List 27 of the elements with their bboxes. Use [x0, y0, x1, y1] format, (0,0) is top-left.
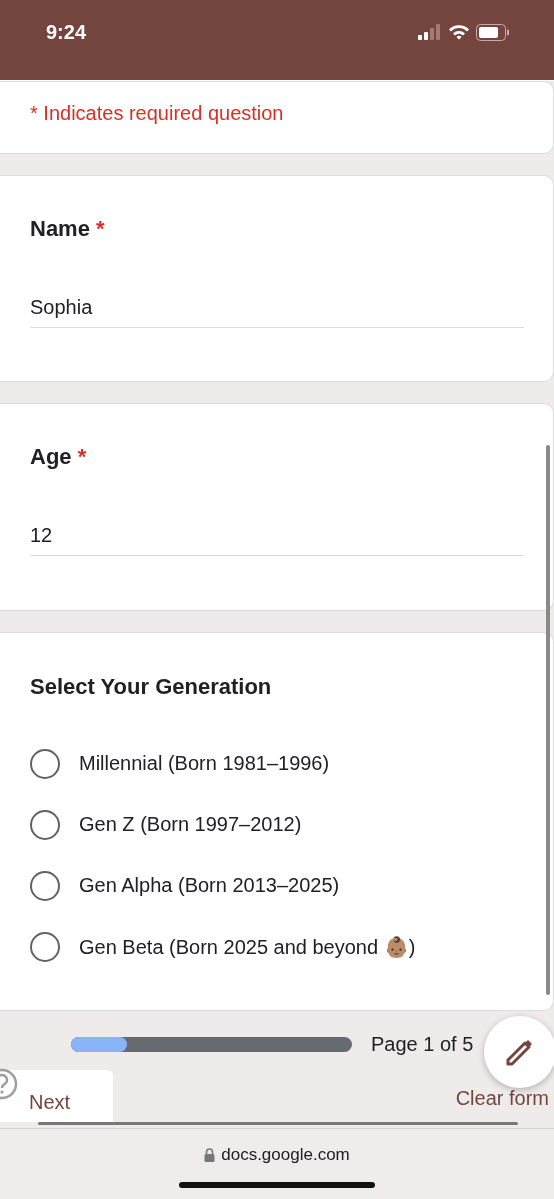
battery-icon	[476, 23, 510, 41]
option-label: Millennial (Born 1981–1996)	[79, 752, 330, 776]
question-title: Age	[30, 444, 72, 470]
option-label: Gen Alpha (Born 2013–2025)	[79, 874, 340, 898]
required-note: * Indicates required question	[30, 102, 284, 124]
page-indicator: Page 1 of 5	[371, 1033, 474, 1056]
radio-button[interactable]	[30, 748, 60, 779]
question-title: Name	[30, 215, 90, 241]
radio-button[interactable]	[30, 931, 60, 962]
radio-button[interactable]	[30, 809, 60, 840]
required-mark: *	[96, 215, 105, 241]
clear-form-button[interactable]: Clear form	[455, 1088, 549, 1109]
input-field[interactable]: 12	[30, 524, 524, 557]
signal-icon	[418, 24, 442, 40]
wifi-icon	[448, 24, 470, 40]
clock-time: 9:24	[46, 20, 87, 44]
next-button[interactable]: Next	[0, 1070, 113, 1122]
option-label: Gen Z (Born 1997–2012)	[79, 813, 302, 837]
radio-button[interactable]	[30, 870, 60, 901]
lock-icon	[204, 1148, 216, 1162]
url-text[interactable]: docs.google.com	[221, 1145, 350, 1165]
edit-button[interactable]	[484, 1016, 554, 1088]
input-field[interactable]: Sophia	[30, 295, 524, 328]
option-label: Gen Beta (Born 2025 and beyond 👶🏽)	[79, 934, 416, 959]
required-mark: *	[77, 444, 87, 470]
question-title: Select Your Generation	[30, 674, 272, 700]
pencil-icon	[505, 1037, 535, 1067]
